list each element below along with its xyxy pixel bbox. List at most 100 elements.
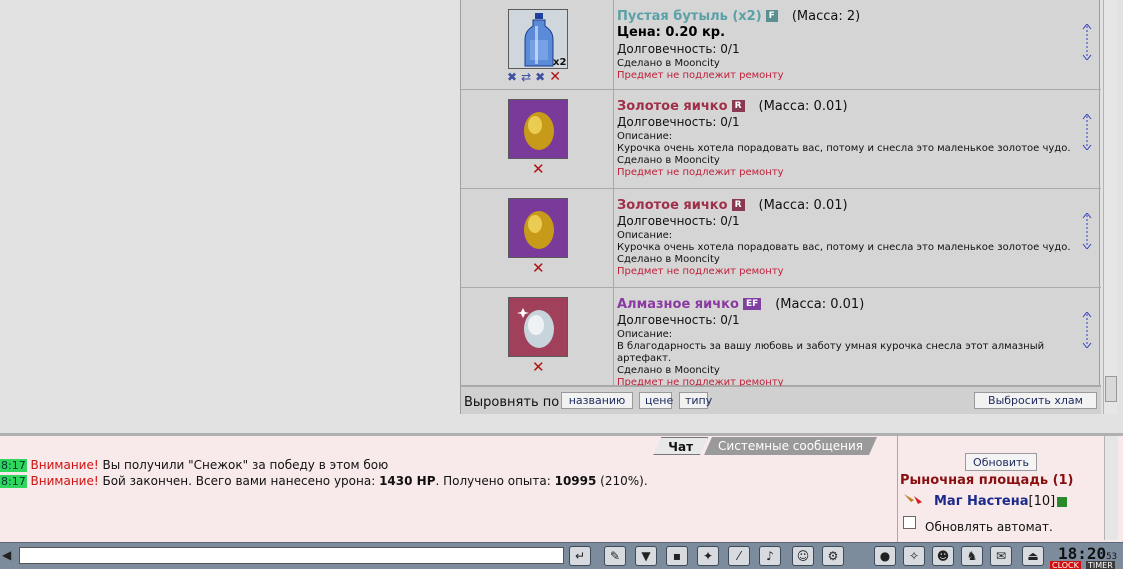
bottom-toolbar: ◀ ↵ ✎ ▼ ▪ ✦ ⁄ ♪ ☺ ⚙ ● ✧ ☻ ♞ ✉ ⏏ 18:2053 … — [0, 542, 1123, 569]
auto-refresh-checkbox[interactable] — [903, 516, 916, 529]
use-icon[interactable]: ✖ — [507, 70, 517, 84]
move-arrows-icon[interactable] — [1081, 113, 1093, 151]
item-made-in: Сделано в Mooncity — [617, 365, 720, 376]
trade-icon[interactable]: ⚙ — [822, 546, 844, 566]
inventory-item: ✕ Золотое яичко R (Масса: 0.01) Долговеч… — [461, 189, 1101, 288]
auto-refresh-label: Обновлять автомат. — [925, 520, 1053, 534]
item-mass: (Масса: 0.01) — [758, 197, 848, 213]
exp-value: 10995 — [554, 474, 597, 488]
battle-icon[interactable] — [902, 492, 924, 506]
item-desc-label: Описание: — [617, 329, 673, 340]
item-made-in: Сделано в Mooncity — [617, 254, 720, 265]
game-window: x2 ✖ ⇄ ✖ ✕ Пустая бутыль (x2) F (Масса: … — [0, 0, 1123, 569]
chat-warning: Внимание! — [30, 474, 99, 488]
chat-input[interactable] — [19, 547, 564, 564]
inventory-icon[interactable]: ● — [874, 546, 896, 566]
tab-system-messages[interactable]: Системные сообщения — [704, 437, 877, 455]
item-actions: ✖ ⇄ ✖ ✕ — [507, 69, 561, 85]
item-durability: Долговечность: 0/1 — [617, 42, 740, 56]
item-badge: R — [731, 100, 745, 112]
item-name[interactable]: Алмазное яичко — [617, 297, 739, 312]
item-no-repair: Предмет не подлежит ремонту — [617, 70, 784, 81]
discard-junk-button[interactable]: Выбросить хлам — [974, 392, 1097, 409]
fight-icon[interactable]: ✦ — [697, 546, 719, 566]
diamond-egg-icon[interactable] — [508, 297, 568, 357]
clock-tab[interactable]: CLOCK — [1050, 561, 1081, 569]
inventory-item: ✕ Золотое яичко R (Масса: 0.01) Долговеч… — [461, 90, 1101, 189]
tab-chat[interactable]: Чат — [653, 437, 708, 455]
player-name[interactable]: Маг Настена — [934, 494, 1029, 509]
private-icon[interactable]: ⁄ — [728, 546, 750, 566]
sound-icon[interactable]: ♪ — [759, 546, 781, 566]
timer-tab[interactable]: TIMER — [1086, 561, 1115, 569]
online-panel: Обновить Рыночная площадь (1) Маг Настен… — [897, 436, 1123, 542]
sort-by-type-button[interactable]: типу — [679, 392, 712, 409]
item-name[interactable]: Пустая бутыль (x2) — [617, 9, 762, 24]
chat-warning: Внимание! — [30, 458, 99, 472]
item-made-in: Сделано в Mooncity — [617, 58, 720, 69]
player-entry[interactable]: Маг Настена[10] — [934, 494, 1068, 509]
item-description: Курочка очень хотела порадовать вас, пот… — [617, 242, 1071, 253]
split-icon[interactable]: ✖ — [535, 70, 545, 84]
golden-egg-icon[interactable] — [508, 99, 568, 159]
move-arrows-icon[interactable] — [1081, 212, 1093, 250]
sort-by-name-button[interactable]: названию — [561, 392, 633, 409]
speaker-icon[interactable]: ◀ — [2, 548, 11, 562]
location-title: Рыночная площадь (1) — [900, 473, 1074, 488]
transfer-icon[interactable]: ⇄ — [521, 70, 531, 84]
online-scrollbar[interactable] — [1104, 436, 1118, 540]
inventory-scrollbar[interactable] — [1103, 0, 1117, 414]
sort-by-price-button[interactable]: цене — [639, 392, 673, 409]
item-durability: Долговечность: 0/1 — [617, 115, 740, 129]
inventory-panel: x2 ✖ ⇄ ✖ ✕ Пустая бутыль (x2) F (Масса: … — [460, 0, 1101, 414]
eraser-icon[interactable]: ✎ — [604, 546, 626, 566]
filter-icon[interactable]: ▼ — [635, 546, 657, 566]
item-durability: Долговечность: 0/1 — [617, 214, 740, 228]
chat-text: Бой закончен. Всего вами нанесено урона: — [98, 474, 380, 488]
golden-egg-icon[interactable] — [508, 198, 568, 258]
clan-icon[interactable]: ♞ — [961, 546, 983, 566]
chat-panel: Чат Системные сообщения 8:17 Внимание! В… — [0, 436, 897, 542]
sort-label: Выровнять по — [464, 395, 560, 410]
move-arrows-icon[interactable] — [1081, 23, 1093, 61]
chat-tabs: Чат Системные сообщения — [657, 437, 877, 455]
item-no-repair: Предмет не подлежит ремонту — [617, 266, 784, 277]
map-icon[interactable]: ✧ — [903, 546, 925, 566]
item-no-repair: Предмет не подлежит ремонту — [617, 167, 784, 178]
item-desc-label: Описание: — [617, 230, 673, 241]
chat-time[interactable]: 8:17 — [0, 475, 27, 488]
mail-icon[interactable]: ✉ — [990, 546, 1012, 566]
move-arrows-icon[interactable] — [1081, 311, 1093, 349]
player-level: [10] — [1028, 494, 1056, 509]
chat-text: . Получено опыта: — [435, 474, 555, 488]
item-name[interactable]: Золотое яичко — [617, 99, 728, 114]
damage-value: 1430 HP — [379, 474, 436, 488]
item-description: В благодарность за вашу любовь и заботу … — [617, 341, 1045, 364]
refresh-button[interactable]: Обновить — [965, 453, 1037, 471]
scroll-thumb[interactable] — [1105, 376, 1117, 402]
sort-bar: Выровнять по названию цене типу Выбросит… — [461, 386, 1101, 414]
info-icon[interactable] — [1057, 496, 1068, 507]
delete-icon[interactable]: ✕ — [549, 69, 561, 85]
enter-icon[interactable]: ↵ — [569, 546, 591, 566]
chat-time[interactable]: 8:17 — [0, 459, 27, 472]
chat-message: 8:17 Внимание! Бой закончен. Всего вами … — [0, 474, 648, 488]
exit-icon[interactable]: ⏏ — [1022, 546, 1044, 566]
inventory-item: x2 ✖ ⇄ ✖ ✕ Пустая бутыль (x2) F (Масса: … — [461, 0, 1101, 90]
item-badge: R — [731, 199, 745, 211]
save-icon[interactable]: ▪ — [666, 546, 688, 566]
character-icon[interactable]: ☻ — [932, 546, 954, 566]
delete-icon[interactable]: ✕ — [532, 358, 545, 376]
item-durability: Долговечность: 0/1 — [617, 313, 740, 327]
delete-icon[interactable]: ✕ — [532, 259, 545, 277]
smile-icon[interactable]: ☺ — [792, 546, 814, 566]
item-mass: (Масса: 2) — [791, 8, 861, 24]
item-mass: (Масса: 0.01) — [758, 98, 848, 114]
item-name[interactable]: Золотое яичко — [617, 198, 728, 213]
item-made-in: Сделано в Mooncity — [617, 155, 720, 166]
item-description: Курочка очень хотела порадовать вас, пот… — [617, 143, 1071, 154]
chat-text: Вы получили "Снежок" за победу в этом бо… — [98, 458, 389, 472]
item-price: Цена: 0.20 кр. — [617, 25, 726, 40]
delete-icon[interactable]: ✕ — [532, 160, 545, 178]
item-badge: F — [765, 10, 778, 22]
